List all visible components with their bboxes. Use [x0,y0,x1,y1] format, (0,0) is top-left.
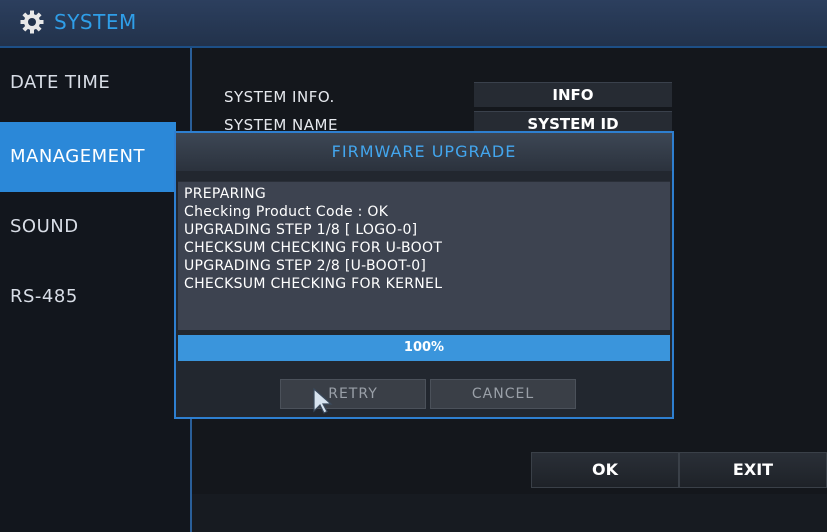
screen: SYSTEM DATE TIME MANAGEMENT SOUND RS-485… [0,0,827,532]
bottom-bar [192,494,827,532]
log-line: Checking Product Code : OK [184,204,389,220]
log-line: PREPARING [184,186,267,202]
dialog-title: FIRMWARE UPGRADE [176,133,672,171]
sidebar: DATE TIME MANAGEMENT SOUND RS-485 [0,48,192,532]
upgrade-log: PREPARING Checking Product Code : OK UPG… [178,181,670,330]
firmware-upgrade-dialog: FIRMWARE UPGRADE PREPARING Checking Prod… [174,131,674,419]
log-line: UPGRADING STEP 1/8 [ LOGO-0] [184,222,418,238]
log-line: CHECKSUM CHECKING FOR KERNEL [184,276,443,292]
system-info-label: SYSTEM INFO. [224,88,335,106]
window-title: SYSTEM [54,10,137,34]
ok-button[interactable]: OK [531,452,679,488]
progress-bar: 100% [178,335,670,361]
retry-button[interactable]: RETRY [280,379,426,409]
sidebar-item-date-time[interactable]: DATE TIME [0,48,174,118]
system-info-button[interactable]: INFO [474,82,672,107]
title-bar: SYSTEM [0,0,827,48]
gear-icon [20,10,44,34]
cancel-button[interactable]: CANCEL [430,379,576,409]
mouse-cursor-icon [313,387,333,414]
progress-label: 100% [403,340,445,355]
log-line: UPGRADING STEP 2/8 [U-BOOT-0] [184,258,427,274]
sidebar-item-management[interactable]: MANAGEMENT [0,122,176,192]
exit-button[interactable]: EXIT [679,452,827,488]
sidebar-item-rs-485[interactable]: RS-485 [0,262,174,332]
sidebar-item-sound[interactable]: SOUND [0,192,174,262]
log-line: CHECKSUM CHECKING FOR U-BOOT [184,240,443,256]
